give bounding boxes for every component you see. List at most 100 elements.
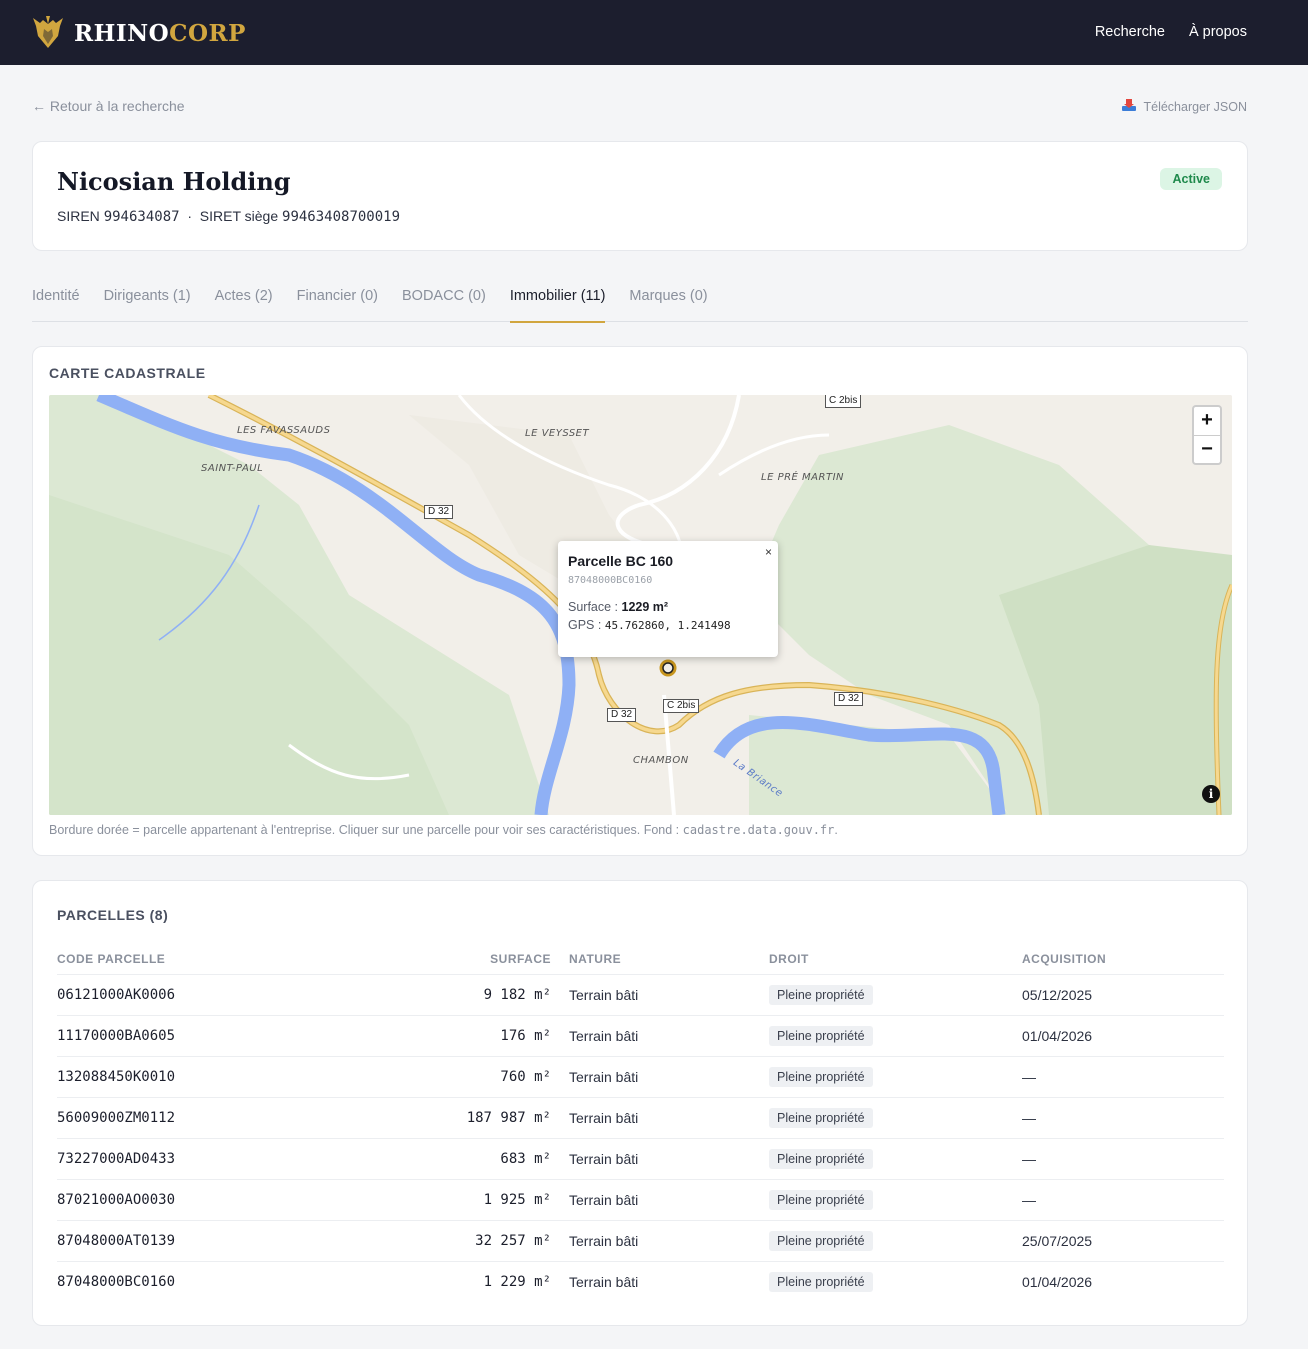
table-row[interactable]: 06121000AK0006 9 182 m² Terrain bâti Ple… — [57, 974, 1224, 1016]
road-tag: D 32 — [424, 505, 454, 519]
cell-code: 56009000ZM0112 — [57, 1097, 395, 1139]
map-caption: Bordure dorée = parcelle appartenant à l… — [49, 823, 838, 837]
droit-badge: Pleine propriété — [769, 1189, 873, 1210]
road-tag: D 32 — [834, 692, 864, 706]
popup-close-button[interactable]: × — [765, 545, 772, 559]
cadastral-map-card: CARTE CADASTRALE LES FAVASSAUDS SAINT-PA… — [32, 346, 1248, 856]
tab-financier[interactable]: Financier (0) — [297, 272, 378, 322]
cell-code: 73227000AD0433 — [57, 1138, 395, 1180]
cell-nature: Terrain bâti — [569, 1056, 769, 1098]
cell-code: 06121000AK0006 — [57, 974, 395, 1016]
droit-badge: Pleine propriété — [769, 1148, 873, 1169]
cell-acquisition: 05/12/2025 — [1022, 974, 1224, 1016]
cell-acquisition: — — [1022, 1179, 1224, 1221]
company-identifiers: SIREN 994634087 · SIRET siège 9946340870… — [57, 208, 400, 225]
table-row[interactable]: 87021000AO0030 1 925 m² Terrain bâti Ple… — [57, 1179, 1224, 1221]
map-caption-text: Bordure dorée = parcelle appartenant à l… — [49, 823, 680, 837]
cell-droit: Pleine propriété — [769, 1261, 1022, 1302]
download-json-button[interactable]: Télécharger JSON — [1121, 98, 1247, 115]
cell-code: 87048000BC0160 — [57, 1273, 176, 1290]
tab-actes[interactable]: Actes (2) — [215, 272, 273, 322]
zoom-in-button[interactable]: + — [1194, 407, 1220, 435]
cell-nature: Terrain bâti — [569, 1179, 769, 1221]
popup-surface-value: 1229 m² — [621, 600, 669, 614]
parcels-card: PARCELLES (8) CODE PARCELLE SURFACE NATU… — [32, 880, 1248, 1326]
status-badge: Active — [1160, 168, 1222, 190]
siret-label: SIRET siège — [199, 208, 279, 224]
table-row[interactable]: 11170000BA0605 176 m² Terrain bâti Plein… — [57, 1015, 1224, 1057]
cell-acquisition: 25/07/2025 — [1022, 1220, 1224, 1262]
tab-marques[interactable]: Marques (0) — [629, 272, 707, 322]
place-label: LE PRÉ MARTIN — [761, 472, 844, 483]
col-surface: SURFACE — [395, 945, 569, 975]
table-row[interactable]: 87048000BC0160 1 229 m² Terrain bâti Ple… — [57, 1261, 1224, 1302]
cadastral-map[interactable]: LES FAVASSAUDS SAINT-PAUL LE VEYSSET LE … — [49, 395, 1232, 815]
droit-badge: Pleine propriété — [769, 1230, 873, 1251]
download-icon — [1121, 98, 1137, 115]
nav-about-link[interactable]: À propos — [1189, 24, 1247, 40]
place-label: LES FAVASSAUDS — [237, 425, 331, 436]
cell-code: 87048000AT0139 — [57, 1220, 395, 1262]
top-bar: RHINOCORP Recherche À propos — [0, 0, 1308, 65]
tab-bodacc[interactable]: BODACC (0) — [402, 272, 486, 322]
col-droit: DROIT — [769, 945, 1022, 975]
cell-surface: 683 m² — [395, 1138, 569, 1180]
popup-title: Parcelle BC 160 — [568, 553, 674, 569]
tab-immobilier[interactable]: Immobilier (11) — [509, 272, 605, 323]
table-row[interactable]: 56009000ZM0112 187 987 m² Terrain bâti P… — [57, 1097, 1224, 1139]
parcels-table: CODE PARCELLE SURFACE NATURE DROIT ACQUI… — [57, 945, 1224, 1302]
map-section-title: CARTE CADASTRALE — [49, 365, 206, 381]
table-header-row: CODE PARCELLE SURFACE NATURE DROIT ACQUI… — [57, 945, 1224, 975]
cell-acquisition: — — [1022, 1097, 1224, 1139]
road-tag: C 2bis — [663, 699, 700, 713]
cell-acquisition: — — [1022, 1056, 1224, 1098]
tab-identite[interactable]: Identité — [32, 272, 80, 322]
cell-nature: Terrain bâti — [569, 1138, 769, 1180]
cell-droit: Pleine propriété — [769, 974, 1022, 1016]
droit-badge: Pleine propriété — [769, 1107, 873, 1128]
col-nature: NATURE — [569, 945, 769, 975]
cell-surface: 9 182 m² — [395, 974, 569, 1016]
cell-code: 87021000AO0030 — [57, 1179, 395, 1221]
parcel-popup: × Parcelle BC 160 87048000BC0160 Surface… — [558, 541, 778, 657]
zoom-control: + − — [1192, 405, 1222, 465]
popup-gps-value: 45.762860, 1.241498 — [604, 619, 731, 632]
cell-acquisition: — — [1022, 1138, 1224, 1180]
place-label: SAINT-PAUL — [201, 463, 264, 474]
popup-surface-label: Surface : — [568, 600, 619, 614]
cell-nature: Terrain bâti — [569, 1220, 769, 1262]
separator: · — [187, 208, 192, 224]
cell-droit: Pleine propriété — [769, 1138, 1022, 1180]
attribution-info-icon[interactable]: i — [1202, 785, 1220, 803]
table-row[interactable]: 73227000AD0433 683 m² Terrain bâti Plein… — [57, 1138, 1224, 1180]
map-caption-source: cadastre.data.gouv.fr — [682, 823, 835, 837]
map-caption-end: . — [834, 823, 838, 837]
back-to-search-link[interactable]: ← Retour à la recherche — [32, 98, 185, 114]
cell-code: 132088450K0010 — [57, 1056, 395, 1098]
table-row[interactable]: 132088450K0010 760 m² Terrain bâti Plein… — [57, 1056, 1224, 1098]
zoom-out-button[interactable]: − — [1194, 435, 1220, 463]
cell-droit: Pleine propriété — [769, 1220, 1022, 1262]
cell-nature: Terrain bâti — [569, 1015, 769, 1057]
cell-nature: Terrain bâti — [569, 1097, 769, 1139]
siret-value: 99463408700019 — [282, 209, 401, 225]
popup-surface: Surface : 1229 m² — [568, 600, 768, 614]
company-header-card: Nicosian Holding SIREN 994634087 · SIRET… — [32, 141, 1248, 251]
road-tag: C 2bis — [825, 395, 862, 408]
cell-surface: 187 987 m² — [395, 1097, 569, 1139]
place-label: LE VEYSSET — [525, 428, 590, 439]
table-row[interactable]: 87048000AT0139 32 257 m² Terrain bâti Pl… — [57, 1220, 1224, 1262]
tab-dirigeants[interactable]: Dirigeants (1) — [104, 272, 191, 322]
brand-logo[interactable]: RHINOCORP — [32, 14, 246, 53]
place-label: CHAMBON — [633, 755, 689, 766]
nav-search-link[interactable]: Recherche — [1095, 24, 1165, 40]
cell-droit: Pleine propriété — [769, 1056, 1022, 1098]
popup-gps: GPS : 45.762860, 1.241498 — [568, 618, 768, 632]
rhino-head-icon — [32, 14, 64, 53]
download-label: Télécharger JSON — [1143, 99, 1247, 114]
popup-gps-label: GPS : — [568, 618, 602, 632]
cell-droit: Pleine propriété — [769, 1179, 1022, 1221]
siren-value: 994634087 — [103, 209, 180, 225]
popup-parcel-code: 87048000BC0160 — [568, 575, 653, 586]
road-tag: D 32 — [607, 708, 637, 722]
